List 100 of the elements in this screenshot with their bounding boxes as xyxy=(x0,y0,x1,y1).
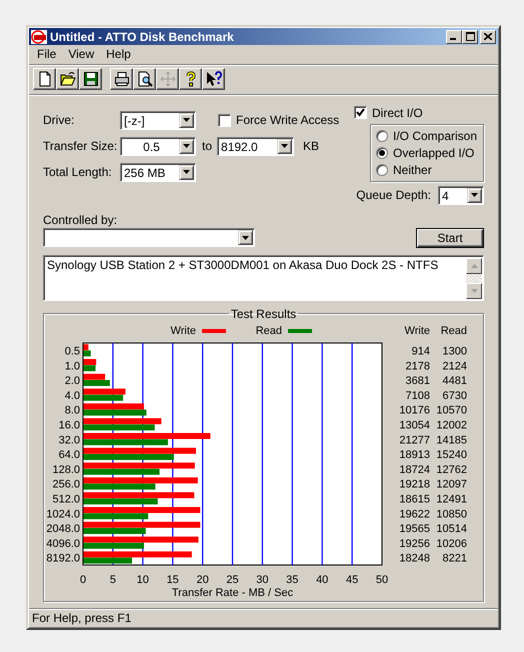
axis-tick-label: 35 xyxy=(286,574,298,586)
queue-depth-dropdown[interactable]: 4 xyxy=(438,186,484,205)
minimize-button[interactable] xyxy=(446,30,462,44)
drive-label: Drive: xyxy=(43,113,76,128)
folder-icon xyxy=(60,71,76,88)
dropdown-arrow-icon xyxy=(242,236,249,240)
read-value: 12097 xyxy=(436,478,467,490)
axis-tick-label: 30 xyxy=(256,574,269,586)
controlled-by-dropdown[interactable] xyxy=(43,228,255,248)
axis-title: Transfer Rate - MB / Sec xyxy=(172,586,294,597)
axis-tick-label: 20 xyxy=(196,574,209,586)
unit-label: KB xyxy=(303,139,320,154)
menu-item[interactable]: View xyxy=(62,47,100,62)
write-value: 3681 xyxy=(406,374,430,387)
legend-label: Write xyxy=(170,324,196,337)
axis-tick-label: 45 xyxy=(346,574,358,586)
read-value: 15240 xyxy=(436,448,467,461)
read-value: 10850 xyxy=(436,508,467,520)
read-value: 8221 xyxy=(442,552,467,564)
maximize-icon xyxy=(466,32,474,42)
down-arrow-icon xyxy=(470,288,478,293)
transfer-size-label: 4096.0 xyxy=(46,538,80,550)
dropdown-arrow-icon xyxy=(281,144,288,148)
force-write-access-checkbox[interactable]: Force Write Access xyxy=(218,113,340,128)
axis-tick-label: 10 xyxy=(136,574,149,586)
check-icon xyxy=(356,108,365,118)
write-value: 18248 xyxy=(399,552,430,564)
menu-item[interactable]: File xyxy=(31,47,62,62)
dropdown-arrow-icon xyxy=(183,170,190,174)
io-mode-radio[interactable]: Neither xyxy=(376,162,483,178)
move-arrows-icon xyxy=(160,71,176,88)
print-button[interactable] xyxy=(110,68,133,90)
write-value: 19256 xyxy=(399,538,430,550)
read-value: 12491 xyxy=(436,493,467,506)
read-value: 1300 xyxy=(442,345,467,358)
transfer-size-label: 8.0 xyxy=(64,404,80,416)
read-value: 12002 xyxy=(436,419,467,432)
magnifier-page-icon xyxy=(136,71,152,88)
help-button[interactable] xyxy=(179,68,202,90)
read-value: 14185 xyxy=(436,434,467,446)
transfer-size-label: 2.0 xyxy=(64,374,80,387)
transfer-size-label: 256.0 xyxy=(52,478,80,490)
io-mode-radio[interactable]: Overlapped I/O xyxy=(376,144,483,161)
context-help-button[interactable] xyxy=(202,68,225,90)
dropdown-arrow-icon xyxy=(183,144,190,148)
read-value: 12762 xyxy=(436,464,467,476)
transfer-size-label: 32.0 xyxy=(58,434,80,446)
write-value: 18724 xyxy=(399,464,430,476)
close-button[interactable] xyxy=(480,30,496,44)
transfer-size-label: 2048.0 xyxy=(46,522,80,535)
up-arrow-icon xyxy=(470,264,478,268)
write-value: 21277 xyxy=(399,434,430,446)
read-value: 10206 xyxy=(436,538,467,550)
transfer-size-from-dropdown[interactable]: 0.5 xyxy=(120,136,196,156)
transfer-size-label: 1.0 xyxy=(64,360,80,372)
to-label: to xyxy=(202,139,212,154)
axis-tick-label: 5 xyxy=(110,574,116,586)
transfer-size-label: 128.0 xyxy=(52,464,80,476)
menu-item[interactable]: Help xyxy=(100,47,137,62)
write-value: 914 xyxy=(412,345,430,358)
write-value: 13054 xyxy=(399,419,430,432)
legend-label: Read xyxy=(256,324,282,337)
open-folder-button[interactable] xyxy=(56,68,79,90)
write-value: 10176 xyxy=(399,404,430,416)
disk-logo-icon xyxy=(31,30,47,44)
dropdown-arrow-icon xyxy=(183,118,190,122)
description-field[interactable]: Synology USB Station 2 + ST3000DM001 on Akasa Duo Dock 2S - NTFS xyxy=(43,254,484,301)
results-title: Test Results xyxy=(230,306,298,321)
queue-depth-label: Queue Depth: xyxy=(356,188,431,202)
controlled-by-label: Controlled by: xyxy=(43,212,118,227)
io-mode-radio[interactable]: I/O Comparison xyxy=(376,128,483,144)
read-value: 6730 xyxy=(442,390,467,402)
page-icon xyxy=(36,71,52,88)
axis-tick-label: 50 xyxy=(376,574,388,586)
write-bar xyxy=(84,344,88,350)
axis-tick-label: 40 xyxy=(316,574,328,586)
print-preview-button[interactable] xyxy=(133,68,156,90)
axis-tick-label: 15 xyxy=(166,574,179,586)
write-value: 18615 xyxy=(399,493,430,506)
transfer-size-to-dropdown[interactable]: 8192.0 xyxy=(217,136,294,156)
save-button[interactable] xyxy=(79,68,102,90)
axis-tick-label: 25 xyxy=(226,574,239,586)
drive-dropdown[interactable]: [-z-] xyxy=(120,110,196,130)
transfer-size-label: 1024.0 xyxy=(46,508,80,520)
new-file-button[interactable] xyxy=(33,68,56,90)
total-length-label: Total Length: xyxy=(43,165,113,180)
axis-tick-label: 0 xyxy=(80,574,86,586)
read-value: 10570 xyxy=(436,404,467,416)
total-length-dropdown[interactable]: 256 MB xyxy=(120,162,196,182)
column-header: Read xyxy=(440,324,467,337)
maximize-button[interactable] xyxy=(462,30,478,44)
start-button[interactable]: Start xyxy=(416,228,484,248)
scrollbar[interactable] xyxy=(466,258,482,299)
status-text: For Help, press F1 xyxy=(32,610,132,625)
direct-io-checkbox[interactable]: Direct I/O xyxy=(354,104,423,122)
window-title: Untitled - ATTO Disk Benchmark xyxy=(50,30,234,44)
write-value: 19218 xyxy=(399,478,430,490)
transfer-size-label: 64.0 xyxy=(58,448,80,461)
write-value: 7108 xyxy=(406,390,430,402)
write-value: 18913 xyxy=(399,448,430,461)
